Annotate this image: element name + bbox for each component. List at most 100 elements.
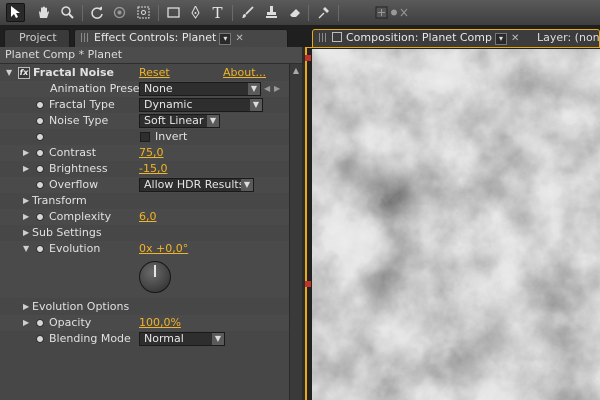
expand-triangle-icon[interactable]: ▶ bbox=[23, 209, 29, 225]
panel-menu-icon[interactable]: ▾ bbox=[219, 33, 232, 45]
expand-triangle-icon[interactable]: ▶ bbox=[23, 145, 29, 161]
zoom-icon[interactable] bbox=[58, 3, 77, 22]
toolbar-separator bbox=[338, 5, 339, 21]
panel-grip-icon[interactable] bbox=[319, 33, 328, 42]
blending-mode-dropdown[interactable]: Normal ▼ bbox=[139, 332, 225, 346]
stopwatch-icon[interactable] bbox=[36, 245, 44, 253]
puppet-pin-icon[interactable] bbox=[314, 3, 333, 22]
pan-behind-icon[interactable] bbox=[134, 3, 153, 22]
text-icon[interactable]: T bbox=[208, 3, 227, 22]
evolution-value[interactable]: 0x +0,0° bbox=[139, 241, 188, 257]
preset-next-icon[interactable]: ▶ bbox=[274, 81, 280, 97]
expand-triangle-icon[interactable]: ▼ bbox=[6, 65, 12, 81]
axis-icon[interactable] bbox=[374, 3, 414, 22]
pen-icon[interactable] bbox=[186, 3, 205, 22]
tab-layer-label[interactable]: Layer: (none) bbox=[537, 30, 600, 46]
stopwatch-icon[interactable] bbox=[36, 117, 44, 125]
blending-mode-value: Normal bbox=[144, 332, 184, 345]
stopwatch-icon[interactable] bbox=[36, 319, 44, 327]
fractal-type-dropdown[interactable]: Dynamic ▼ bbox=[139, 98, 263, 112]
chevron-down-icon: ▼ bbox=[248, 83, 260, 95]
noise-type-row: Noise Type Soft Linear ▼ bbox=[0, 113, 289, 129]
sub-settings-group-row[interactable]: ▶ Sub Settings bbox=[0, 225, 289, 241]
chevron-down-icon: ▼ bbox=[207, 115, 219, 127]
brightness-value[interactable]: -15,0 bbox=[139, 161, 167, 177]
animation-presets-row: Animation Presets: None ▼ ◀ ▶ bbox=[0, 81, 289, 97]
stopwatch-icon[interactable] bbox=[36, 133, 44, 141]
rotate-icon[interactable] bbox=[88, 3, 107, 22]
tools-toolbar: T bbox=[0, 0, 600, 26]
stopwatch-icon[interactable] bbox=[36, 149, 44, 157]
contrast-value[interactable]: 75,0 bbox=[139, 145, 164, 161]
animation-presets-dropdown[interactable]: None ▼ bbox=[139, 82, 261, 96]
complexity-value[interactable]: 6,0 bbox=[139, 209, 157, 225]
evolution-label: Evolution bbox=[49, 242, 101, 255]
expand-triangle-icon[interactable]: ▶ bbox=[23, 193, 29, 209]
chevron-down-icon: ▼ bbox=[250, 99, 262, 111]
composition-menu-icon[interactable]: ▾ bbox=[495, 33, 507, 45]
noise-type-label: Noise Type bbox=[49, 114, 109, 127]
tab-project[interactable]: Project bbox=[4, 29, 70, 47]
stopwatch-icon[interactable] bbox=[36, 335, 44, 343]
panel-grip-icon[interactable] bbox=[81, 33, 90, 42]
comp-edge-marker bbox=[305, 281, 311, 287]
effect-controls-header: Planet Comp * Planet bbox=[0, 47, 302, 64]
about-link[interactable]: About... bbox=[223, 65, 266, 81]
toolbar-separator bbox=[158, 5, 159, 21]
evolution-row: ▼ Evolution 0x +0,0° bbox=[0, 241, 289, 298]
evolution-options-group-row[interactable]: ▶ Evolution Options bbox=[0, 299, 289, 315]
effect-row-fractal-noise[interactable]: ▼ fx Fractal Noise Reset About... bbox=[0, 65, 289, 81]
rectangle-icon[interactable] bbox=[164, 3, 183, 22]
brightness-row: ▶ Brightness -15,0 bbox=[0, 161, 289, 177]
transform-label: Transform bbox=[32, 194, 87, 207]
close-icon[interactable]: ✕ bbox=[235, 33, 243, 44]
chevron-down-icon: ▼ bbox=[241, 179, 253, 191]
brush-icon[interactable] bbox=[238, 3, 257, 22]
fx-icon[interactable]: fx bbox=[18, 67, 30, 79]
opacity-value[interactable]: 100,0% bbox=[139, 315, 181, 331]
fractal-type-label: Fractal Type bbox=[49, 98, 115, 111]
arrow-icon[interactable] bbox=[6, 3, 25, 22]
toolbar-separator bbox=[232, 5, 233, 21]
invert-checkbox[interactable] bbox=[140, 132, 150, 142]
tab-project-label: Project bbox=[19, 31, 57, 44]
stopwatch-icon[interactable] bbox=[36, 165, 44, 173]
scroll-up-icon[interactable]: ▲ bbox=[291, 66, 301, 76]
tab-effect-controls[interactable]: Effect Controls: Planet ▾ ✕ bbox=[74, 29, 288, 47]
stopwatch-icon[interactable] bbox=[36, 101, 44, 109]
complexity-row: ▶ Complexity 6,0 bbox=[0, 209, 289, 225]
toolbar-separator bbox=[308, 5, 309, 21]
transform-group-row[interactable]: ▶ Transform bbox=[0, 193, 289, 209]
expand-triangle-icon[interactable]: ▶ bbox=[23, 225, 29, 241]
evolution-options-label: Evolution Options bbox=[32, 300, 130, 313]
preset-prev-icon[interactable]: ◀ bbox=[264, 81, 270, 97]
toolbar-separator bbox=[82, 5, 83, 21]
stopwatch-icon[interactable] bbox=[36, 181, 44, 189]
expand-triangle-icon[interactable]: ▼ bbox=[23, 241, 29, 257]
expand-triangle-icon[interactable]: ▶ bbox=[23, 315, 29, 331]
composition-lock-icon[interactable] bbox=[332, 32, 342, 42]
eraser-icon[interactable] bbox=[286, 3, 305, 22]
clone-stamp-icon[interactable] bbox=[262, 3, 281, 22]
expand-triangle-icon[interactable]: ▶ bbox=[23, 299, 29, 315]
evolution-angle-dial[interactable] bbox=[139, 261, 171, 293]
invert-label: Invert bbox=[155, 130, 188, 143]
tab-effect-controls-label: Effect Controls: Planet bbox=[94, 31, 217, 44]
blending-mode-label: Blending Mode bbox=[49, 332, 131, 345]
complexity-label: Complexity bbox=[49, 210, 112, 223]
hand-icon[interactable] bbox=[34, 3, 53, 22]
panel-tabs-row: Project Effect Controls: Planet▾✕ ▶ Comp… bbox=[0, 26, 600, 68]
reset-link[interactable]: Reset bbox=[139, 65, 170, 81]
contrast-label: Contrast bbox=[49, 146, 97, 159]
tab-composition[interactable]: Composition: Planet Comp▾ ✕ Layer: (none) bbox=[312, 29, 600, 47]
effect-controls-scrollbar[interactable]: ▲ bbox=[289, 64, 302, 400]
close-icon[interactable]: ✕ bbox=[511, 33, 519, 44]
expand-triangle-icon[interactable]: ▶ bbox=[23, 161, 29, 177]
composition-viewer[interactable] bbox=[312, 49, 600, 400]
overflow-dropdown[interactable]: Allow HDR Results ▼ bbox=[139, 178, 254, 192]
orbit-camera-icon[interactable] bbox=[110, 3, 129, 22]
stopwatch-icon[interactable] bbox=[36, 213, 44, 221]
animation-presets-value: None bbox=[144, 82, 173, 95]
noise-type-dropdown[interactable]: Soft Linear ▼ bbox=[139, 114, 220, 128]
blending-mode-row: Blending Mode Normal ▼ bbox=[0, 331, 289, 347]
